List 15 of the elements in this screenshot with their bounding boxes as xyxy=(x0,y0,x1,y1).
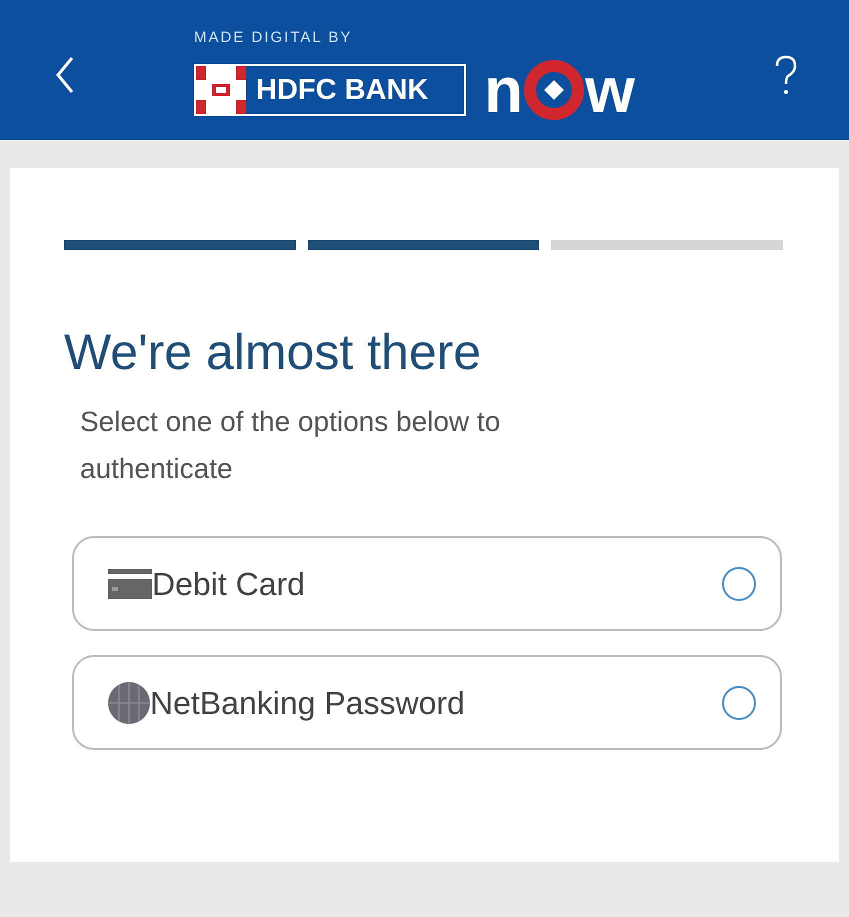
bank-name: HDFC BANK xyxy=(256,76,428,104)
tagline: MADE DIGITAL BY xyxy=(194,28,354,48)
page-title: We're almost there xyxy=(64,323,482,382)
option-button[interactable]: Debit Card xyxy=(72,536,782,631)
logo-letter: n xyxy=(484,58,524,122)
radio-button[interactable] xyxy=(722,566,756,600)
radio-button[interactable] xyxy=(722,686,756,720)
logo-letter: w xyxy=(585,58,635,122)
ring-icon xyxy=(523,59,586,121)
option-label: NetBanking Password xyxy=(150,684,466,723)
card-icon xyxy=(108,568,152,598)
option-button[interactable]: NetBanking Password xyxy=(72,655,782,750)
subtitle: Select one of the options below to authenticate xyxy=(80,405,502,486)
option-label: Debit Card xyxy=(152,564,306,604)
globe-icon xyxy=(108,682,150,724)
